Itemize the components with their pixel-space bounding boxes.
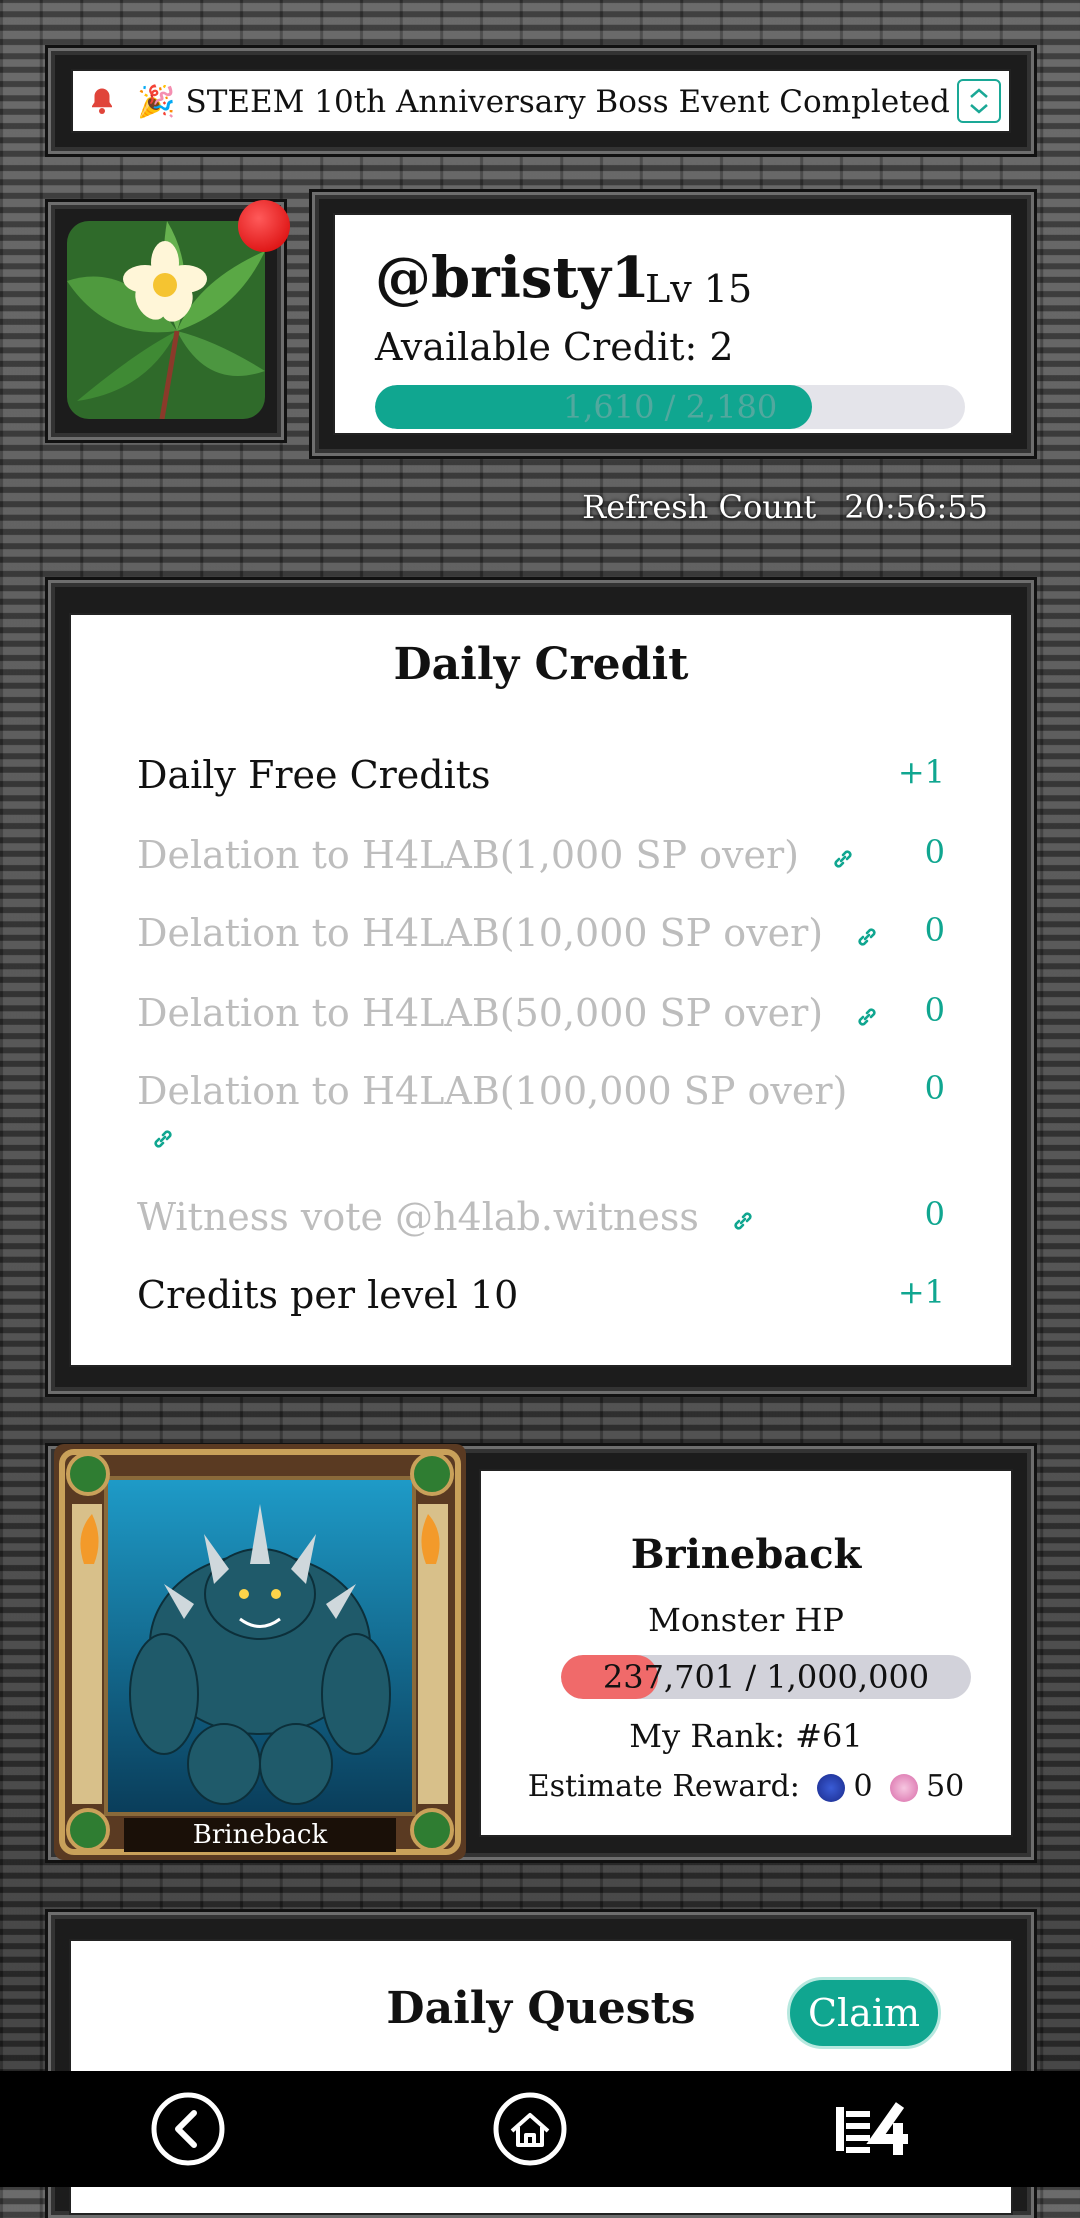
credit-row-value: 0	[924, 1195, 945, 1233]
xp-progress-text: 1,610 / 2,180	[562, 388, 778, 426]
credit-row-label: Daily Free Credits	[137, 753, 491, 797]
refresh-count: Refresh Count 20:56:55	[582, 488, 988, 526]
xp-progress-bar: 1,610 / 2,180	[375, 385, 965, 429]
token-coin-icon	[890, 1774, 919, 1802]
bell-icon	[92, 88, 112, 114]
link-icon[interactable]	[855, 925, 879, 949]
link-icon[interactable]	[151, 1127, 175, 1151]
reward-steem-value: 0	[853, 1769, 873, 1804]
link-icon[interactable]	[731, 1209, 755, 1233]
credit-row-delegation-10000: Delation to H4LAB(10,000 SP over) 0	[137, 911, 945, 955]
profile-card: @bristy1 Lv 15 Available Credit: 2 1,610…	[333, 213, 1013, 435]
claim-button[interactable]: Claim	[787, 1977, 941, 2049]
credit-row-label: Delation to H4LAB(1,000 SP over)	[137, 833, 799, 877]
credit-row-value: 0	[924, 833, 945, 871]
expand-toggle-icon[interactable]	[957, 79, 1001, 123]
avatar[interactable]	[67, 221, 265, 419]
credit-row-label: Delation to H4LAB(50,000 SP over)	[137, 991, 824, 1035]
credit-row-label: Credits per level 10	[137, 1273, 519, 1317]
credit-row-label: Delation to H4LAB(100,000 SP over)	[137, 1069, 848, 1113]
boss-name: Brineback	[630, 1531, 862, 1578]
refresh-label: Refresh Count	[582, 488, 817, 526]
notice-bar[interactable]: 🎉 STEEM 10th Anniversary Boss Event Comp…	[71, 69, 1011, 133]
available-credit: Available Credit: 2	[375, 325, 734, 369]
boss-card-image[interactable]: Brineback	[54, 1444, 466, 1860]
credit-row-value: 0	[924, 1069, 945, 1107]
credit-row-delegation-1000: Delation to H4LAB(1,000 SP over) 0	[137, 833, 945, 877]
credit-row-daily-free: Daily Free Credits +1	[137, 753, 945, 797]
reward-token-value: 50	[926, 1769, 965, 1804]
notification-dot	[238, 200, 290, 252]
credit-row-value: 0	[924, 911, 945, 949]
boss-hp-label: Monster HP	[648, 1601, 844, 1639]
steem-coin-icon	[817, 1774, 846, 1802]
credit-row-witness-vote: Witness vote @h4lab.witness 0	[137, 1195, 945, 1239]
credit-row-delegation-50000: Delation to H4LAB(50,000 SP over) 0	[137, 991, 945, 1035]
boss-hp-text: 237,701 / 1,000,000	[602, 1658, 930, 1696]
credit-row-delegation-100000: Delation to H4LAB(100,000 SP over) 0	[137, 1069, 945, 1149]
boss-card-label: Brineback	[192, 1820, 328, 1850]
link-icon[interactable]	[855, 1005, 879, 1029]
estimate-reward: Estimate Reward: 0 50	[481, 1769, 1011, 1804]
credit-row-value: +1	[897, 1273, 945, 1311]
daily-credit-panel: Daily Credit Daily Free Credits +1 Delat…	[48, 580, 1034, 1394]
daily-credit-title: Daily Credit	[393, 639, 689, 690]
credit-row-per-level: Credits per level 10 +1	[137, 1273, 945, 1317]
back-icon[interactable]	[146, 2087, 230, 2171]
boss-hp-bar: 237,701 / 1,000,000	[561, 1655, 971, 1699]
level-label: Lv 15	[645, 267, 753, 311]
credit-row-label: Witness vote @h4lab.witness	[137, 1195, 699, 1239]
link-icon[interactable]	[831, 847, 855, 871]
boss-info-card: Brineback Monster HP 237,701 / 1,000,000…	[479, 1469, 1013, 1837]
username: @bristy1	[375, 245, 650, 311]
notice-text: 🎉 STEEM 10th Anniversary Boss Event Comp…	[137, 83, 957, 120]
my-rank: My Rank: #61	[629, 1717, 863, 1755]
estimate-reward-label: Estimate Reward:	[527, 1769, 800, 1804]
h4-logo-icon[interactable]	[832, 2087, 932, 2171]
daily-credit-card: Daily Credit Daily Free Credits +1 Delat…	[69, 613, 1013, 1367]
credit-row-value: 0	[924, 991, 945, 1029]
home-icon[interactable]	[488, 2087, 572, 2171]
credit-row-label: Delation to H4LAB(10,000 SP over)	[137, 911, 824, 955]
bottom-nav	[0, 2071, 1080, 2187]
refresh-timer: 20:56:55	[844, 488, 988, 526]
notice-panel: 🎉 STEEM 10th Anniversary Boss Event Comp…	[48, 48, 1034, 154]
credit-row-value: +1	[897, 753, 945, 791]
profile-panel: @bristy1 Lv 15 Available Credit: 2 1,610…	[312, 192, 1034, 456]
